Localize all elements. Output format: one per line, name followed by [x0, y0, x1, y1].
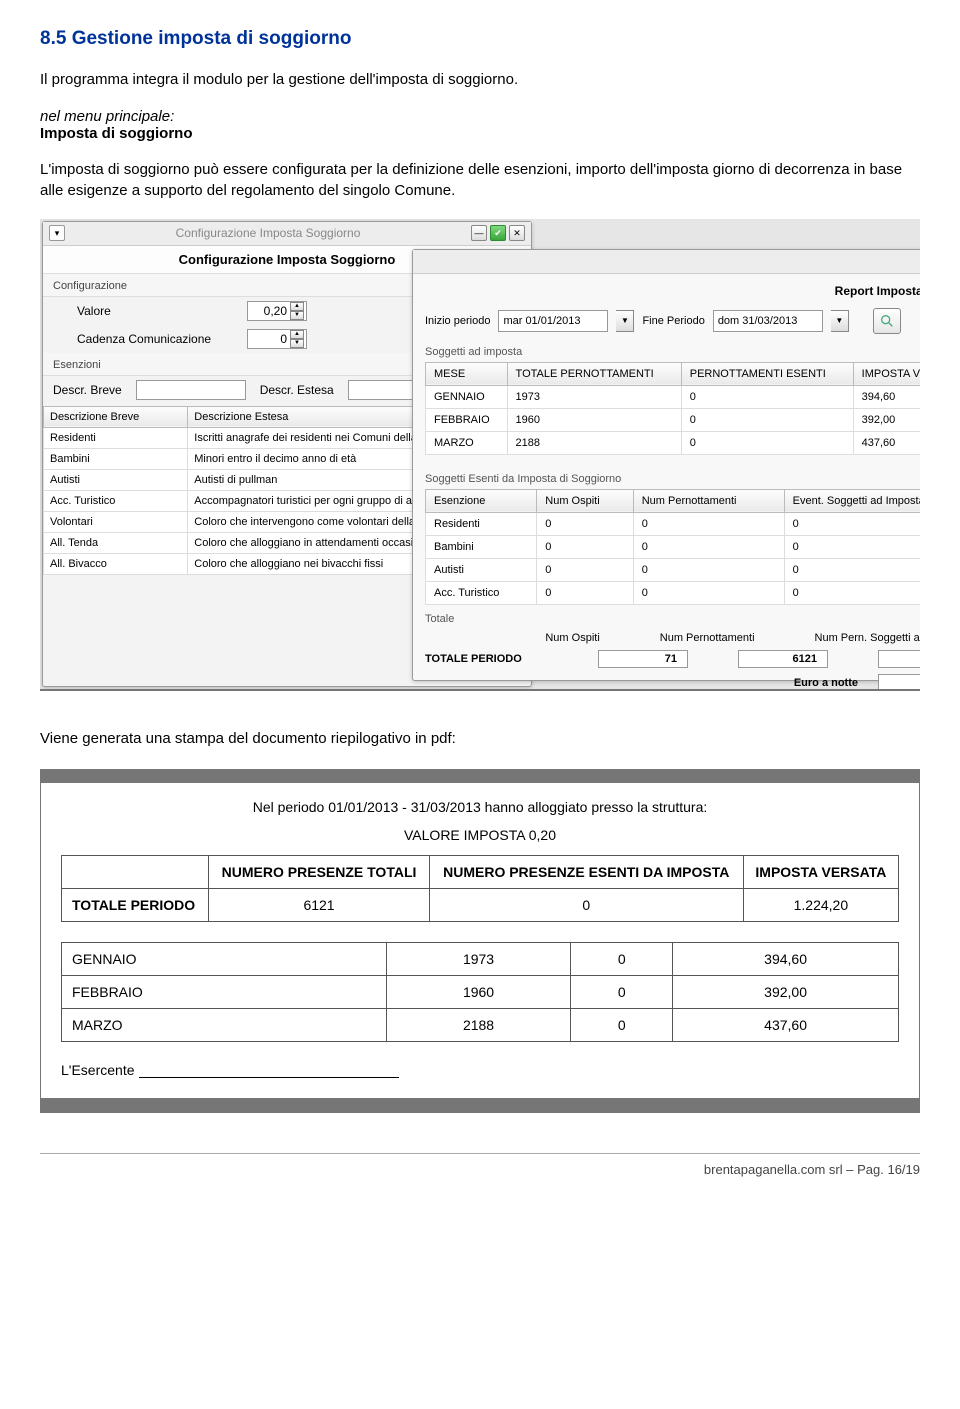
cadenza-value: 0 [280, 332, 287, 346]
col-descr-breve[interactable]: Descrizione Breve [44, 406, 188, 427]
window-titlebar[interactable]: ▾ Configurazione Imposta Soggiorno — ✔ ✕ [43, 222, 531, 246]
pdf-table-mesi: GENNAIO19730394,60FEBBRAIO19600392,00MAR… [61, 942, 899, 1042]
spinner-down-icon[interactable]: ▼ [290, 311, 304, 320]
report-window: — □ ✕ Report Imposta Soggiorno Inizio pe… [412, 249, 920, 681]
fine-periodo-label: Fine Periodo [642, 315, 704, 327]
table-row[interactable]: FEBBRAIO19600392,00 [426, 408, 921, 431]
tot-col-sogg: Num Pern. Soggetti ad Imposta [815, 632, 920, 644]
search-icon [879, 313, 895, 329]
window-title: Configurazione Imposta Soggiorno [65, 226, 471, 240]
cadenza-input[interactable]: 0 ▲▼ [247, 329, 307, 349]
app-screenshot: ▾ Configurazione Imposta Soggiorno — ✔ ✕… [40, 219, 920, 691]
table-row[interactable]: MARZO21880437,60 [426, 431, 921, 454]
fine-periodo-input[interactable]: dom 31/03/2013 [713, 310, 823, 332]
table-row: MARZO21880437,60 [62, 1009, 899, 1042]
pdf-valore-imposta: VALORE IMPOSTA 0,20 [61, 827, 899, 843]
chevron-down-icon[interactable]: ▼ [831, 310, 849, 332]
pdf-signature-line: L'Esercente [61, 1062, 899, 1078]
column-header[interactable]: TOTALE PERNOTTAMENTI [507, 362, 681, 385]
column-header[interactable]: Esenzione [426, 489, 537, 512]
column-header[interactable]: Num Pernottamenti [633, 489, 784, 512]
pdf-screenshot: Nel periodo 01/01/2013 - 31/03/2013 hann… [40, 769, 920, 1113]
table-row: FEBBRAIO19600392,00 [62, 976, 899, 1009]
valore-label: Valore [77, 304, 237, 318]
report-table-imposta[interactable]: MESETOTALE PERNOTTAMENTIPERNOTTAMENTI ES… [425, 362, 920, 455]
report-table-esenti[interactable]: EsenzioneNum OspitiNum PernottamentiEven… [425, 489, 920, 605]
pdf-t1-c2: NUMERO PRESENZE ESENTI DA IMPOSTA [429, 856, 743, 889]
menu-line: nel menu principale: [40, 108, 920, 125]
totale-periodo-row-label: TOTALE PERIODO [425, 653, 522, 665]
description-text: L'imposta di soggiorno può essere config… [40, 160, 920, 201]
spinner-up-icon[interactable]: ▲ [290, 330, 304, 339]
column-header[interactable]: IMPOSTA VERSATA [853, 362, 920, 385]
tot-sogg-value: 6121 [878, 650, 920, 668]
descr-breve-input[interactable] [136, 380, 246, 400]
table-row[interactable]: Residenti000 [426, 512, 921, 535]
pdf-table-periodo: NUMERO PRESENZE TOTALI NUMERO PRESENZE E… [61, 855, 899, 922]
valore-input[interactable]: 0,20 ▲▼ [247, 301, 307, 321]
valore-value: 0,20 [264, 304, 287, 318]
chevron-down-icon[interactable]: ▾ [49, 225, 65, 241]
totale-label: Totale [413, 605, 920, 629]
pdf-headline: Nel periodo 01/01/2013 - 31/03/2013 hann… [61, 799, 899, 815]
pdf-t1-es: 0 [429, 889, 743, 922]
table-row: GENNAIO19730394,60 [62, 943, 899, 976]
pdf-t1-c3: IMPOSTA VERSATA [743, 856, 898, 889]
euro-notte-label: Euro a notte [794, 677, 858, 689]
report-title: Report Imposta Soggiorno [413, 274, 920, 304]
tot-pern-value: 6121 [738, 650, 828, 668]
table-row: TOTALE PERIODO 6121 0 1.224,20 [62, 889, 899, 922]
pdf-sign-label: L'Esercente [61, 1062, 135, 1078]
footer-text: brentapaganella.com srl – Pag. 16/19 [0, 1162, 960, 1187]
chevron-down-icon[interactable]: ▼ [616, 310, 634, 332]
column-header[interactable]: PERNOTTAMENTI ESENTI [681, 362, 853, 385]
pdf-t1-imp: 1.224,20 [743, 889, 898, 922]
confirm-icon[interactable]: ✔ [490, 225, 506, 241]
tot-col-ospiti: Num Ospiti [545, 632, 599, 644]
pdf-t1-label: TOTALE PERIODO [62, 889, 209, 922]
close-icon[interactable]: ✕ [509, 225, 525, 241]
euro-notte-value: 0,20 [878, 674, 920, 689]
descr-estesa-label: Descr. Estesa [260, 383, 334, 397]
column-header[interactable]: MESE [426, 362, 508, 385]
table-row[interactable]: Bambini000 [426, 535, 921, 558]
soggetti-ad-imposta-label: Soggetti ad imposta [413, 338, 920, 362]
menu-target: Imposta di soggiorno [40, 125, 920, 142]
pdf-t1-c1: NUMERO PRESENZE TOTALI [209, 856, 429, 889]
descr-breve-label: Descr. Breve [53, 383, 122, 397]
pdf-t1-c0 [62, 856, 209, 889]
table-row[interactable]: GENNAIO19730394,60 [426, 385, 921, 408]
tot-col-pern: Num Pernottamenti [660, 632, 755, 644]
inizio-periodo-label: Inizio periodo [425, 315, 490, 327]
pdf-caption: Viene generata una stampa del documento … [40, 729, 920, 749]
column-header[interactable]: Event. Soggetti ad Imposta [784, 489, 920, 512]
table-row[interactable]: Acc. Turistico000 [426, 581, 921, 604]
footer-separator [40, 1153, 920, 1154]
soggetti-esenti-label: Soggetti Esenti da Imposta di Soggiorno [413, 455, 920, 489]
cadenza-label: Cadenza Comunicazione [77, 332, 237, 346]
minimize-icon[interactable]: — [471, 225, 487, 241]
search-button[interactable] [873, 308, 901, 334]
table-row[interactable]: Autisti000 [426, 558, 921, 581]
tot-ospiti-value: 71 [598, 650, 688, 668]
spinner-down-icon[interactable]: ▼ [290, 339, 304, 348]
spinner-up-icon[interactable]: ▲ [290, 302, 304, 311]
section-title: 8.5 Gestione imposta di soggiorno [40, 28, 920, 50]
column-header[interactable]: Num Ospiti [537, 489, 633, 512]
intro-text: Il programma integra il modulo per la ge… [40, 70, 920, 90]
pdf-t1-tot: 6121 [209, 889, 429, 922]
inizio-periodo-input[interactable]: mar 01/01/2013 [498, 310, 608, 332]
